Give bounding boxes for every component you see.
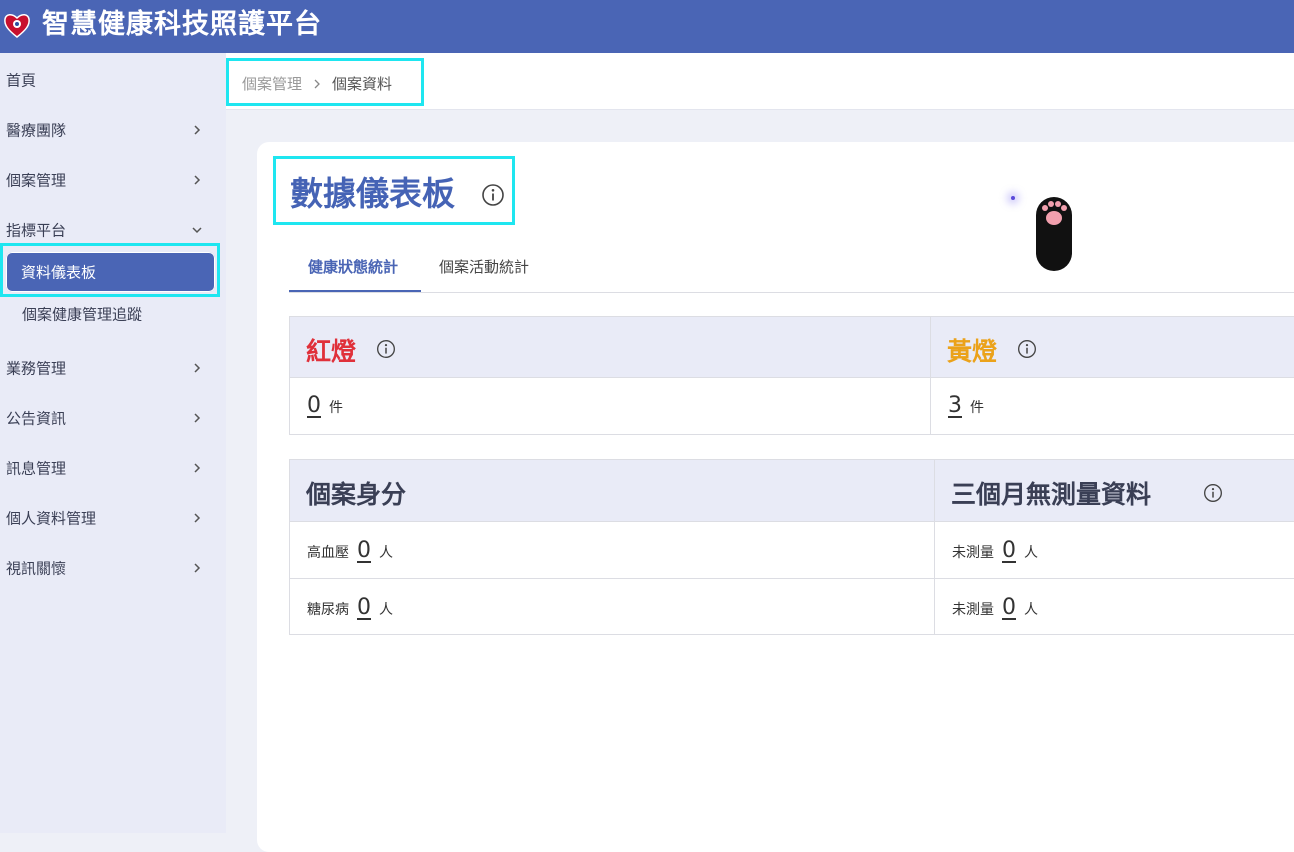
sidebar-item-label: 指標平台 [6, 221, 67, 240]
sidebar-item-label: 公告資訊 [6, 409, 67, 428]
breadcrumb-current: 個案資料 [332, 75, 393, 93]
sidebar-item-announcements[interactable]: 公告資訊 [0, 393, 226, 443]
sidebar-item-profile[interactable]: 個人資料管理 [0, 493, 226, 543]
chevron-right-icon [194, 175, 201, 185]
active-tab-indicator [289, 290, 421, 292]
sidebar-item-case-health-tracking[interactable]: 個案健康管理追蹤 [0, 293, 226, 335]
table-row: 糖尿病 0 人 [290, 579, 935, 635]
yellow-light-title: 黃燈 [947, 337, 998, 366]
row-label: 高血壓 [307, 545, 349, 561]
chevron-right-icon [194, 463, 201, 473]
red-light-title: 紅燈 [306, 337, 357, 366]
sidebar-item-label: 資料儀表板 [21, 263, 97, 282]
red-light-count[interactable]: 0 [307, 393, 321, 418]
no-measure-header: 三個月無測量資料 [935, 460, 1294, 522]
row-count[interactable]: 0 [1002, 538, 1016, 563]
sidebar-item-label: 個人資料管理 [6, 509, 97, 528]
chevron-right-icon [194, 125, 201, 135]
cursor-glow [1011, 196, 1015, 200]
count-unit: 人 [1024, 545, 1038, 561]
row-label: 糖尿病 [307, 602, 349, 618]
sidebar-item-business-management[interactable]: 業務管理 [0, 343, 226, 393]
tab-case-activity[interactable]: 個案活動統計 [439, 256, 529, 277]
row-label: 未測量 [952, 545, 994, 561]
sidebar-item-video-care[interactable]: 視訊關懷 [0, 543, 226, 593]
count-unit: 件 [970, 400, 984, 416]
app-title: 智慧健康科技照護平台 [42, 9, 322, 40]
chevron-right-icon [194, 563, 201, 573]
sidebar-item-label: 首頁 [6, 71, 37, 90]
table-row: 高血壓 0 人 [290, 522, 935, 579]
app-header: 智慧健康科技照護平台 [0, 0, 1294, 53]
identity-title: 個案身分 [306, 480, 407, 509]
identity-header: 個案身分 [290, 460, 935, 522]
row-count[interactable]: 0 [1002, 595, 1016, 620]
info-icon[interactable] [1017, 339, 1037, 359]
page-title: 數據儀表板 [290, 174, 455, 213]
tab-bar: 健康狀態統計 個案活動統計 [289, 240, 1294, 293]
count-unit: 人 [379, 545, 393, 561]
chevron-right-icon [194, 513, 201, 523]
no-measure-title: 三個月無測量資料 [951, 480, 1152, 509]
breadcrumb-parent[interactable]: 個案管理 [242, 73, 302, 94]
sidebar: 首頁 醫療團隊 個案管理 指標平台 資料儀表板 個案健康管理追蹤 業務管理 公告… [0, 53, 226, 833]
yellow-light-count-cell: 3 件 [931, 378, 1294, 435]
chevron-right-icon [194, 413, 201, 423]
sidebar-item-label: 業務管理 [6, 359, 67, 378]
sidebar-item-label: 個案管理 [6, 171, 67, 190]
sidebar-item-label: 視訊關懷 [6, 559, 67, 578]
top-bar: 個案管理 個案資料 [226, 53, 1294, 110]
row-label: 未測量 [952, 602, 994, 618]
chevron-right-icon [314, 79, 320, 88]
table-row: 未測量 0 人 [935, 522, 1294, 579]
table-row: 未測量 0 人 [935, 579, 1294, 635]
count-unit: 人 [1024, 602, 1038, 618]
breadcrumb: 個案管理 個案資料 [242, 73, 392, 94]
sidebar-item-data-dashboard[interactable]: 資料儀表板 [6, 252, 215, 292]
yellow-light-header: 黃燈 [931, 317, 1294, 378]
identity-table: 個案身分 三個月無測量資料 高血壓 0 人 未測量 0 人 糖尿病 0 人 未測… [289, 459, 1294, 635]
sidebar-item-label: 醫療團隊 [6, 121, 67, 140]
chevron-right-icon [194, 363, 201, 373]
sidebar-item-label: 個案健康管理追蹤 [22, 305, 143, 324]
count-unit: 人 [379, 602, 393, 618]
tab-health-status[interactable]: 健康狀態統計 [308, 256, 398, 277]
yellow-light-count[interactable]: 3 [948, 393, 962, 418]
info-icon[interactable] [481, 183, 505, 207]
sidebar-item-home[interactable]: 首頁 [0, 55, 226, 105]
row-count[interactable]: 0 [357, 538, 371, 563]
logo-icon [4, 14, 30, 38]
red-light-count-cell: 0 件 [290, 378, 931, 435]
lights-table: 紅燈 黃燈 0 件 3 件 [289, 316, 1294, 435]
sidebar-item-medical-team[interactable]: 醫療團隊 [0, 105, 226, 155]
info-icon[interactable] [1203, 483, 1223, 503]
count-unit: 件 [329, 400, 343, 416]
sidebar-item-case-management[interactable]: 個案管理 [0, 155, 226, 205]
sidebar-item-messages[interactable]: 訊息管理 [0, 443, 226, 493]
row-count[interactable]: 0 [357, 595, 371, 620]
chevron-down-icon [192, 227, 202, 234]
sidebar-item-label: 訊息管理 [6, 459, 67, 478]
red-light-header: 紅燈 [290, 317, 931, 378]
info-icon[interactable] [376, 339, 396, 359]
